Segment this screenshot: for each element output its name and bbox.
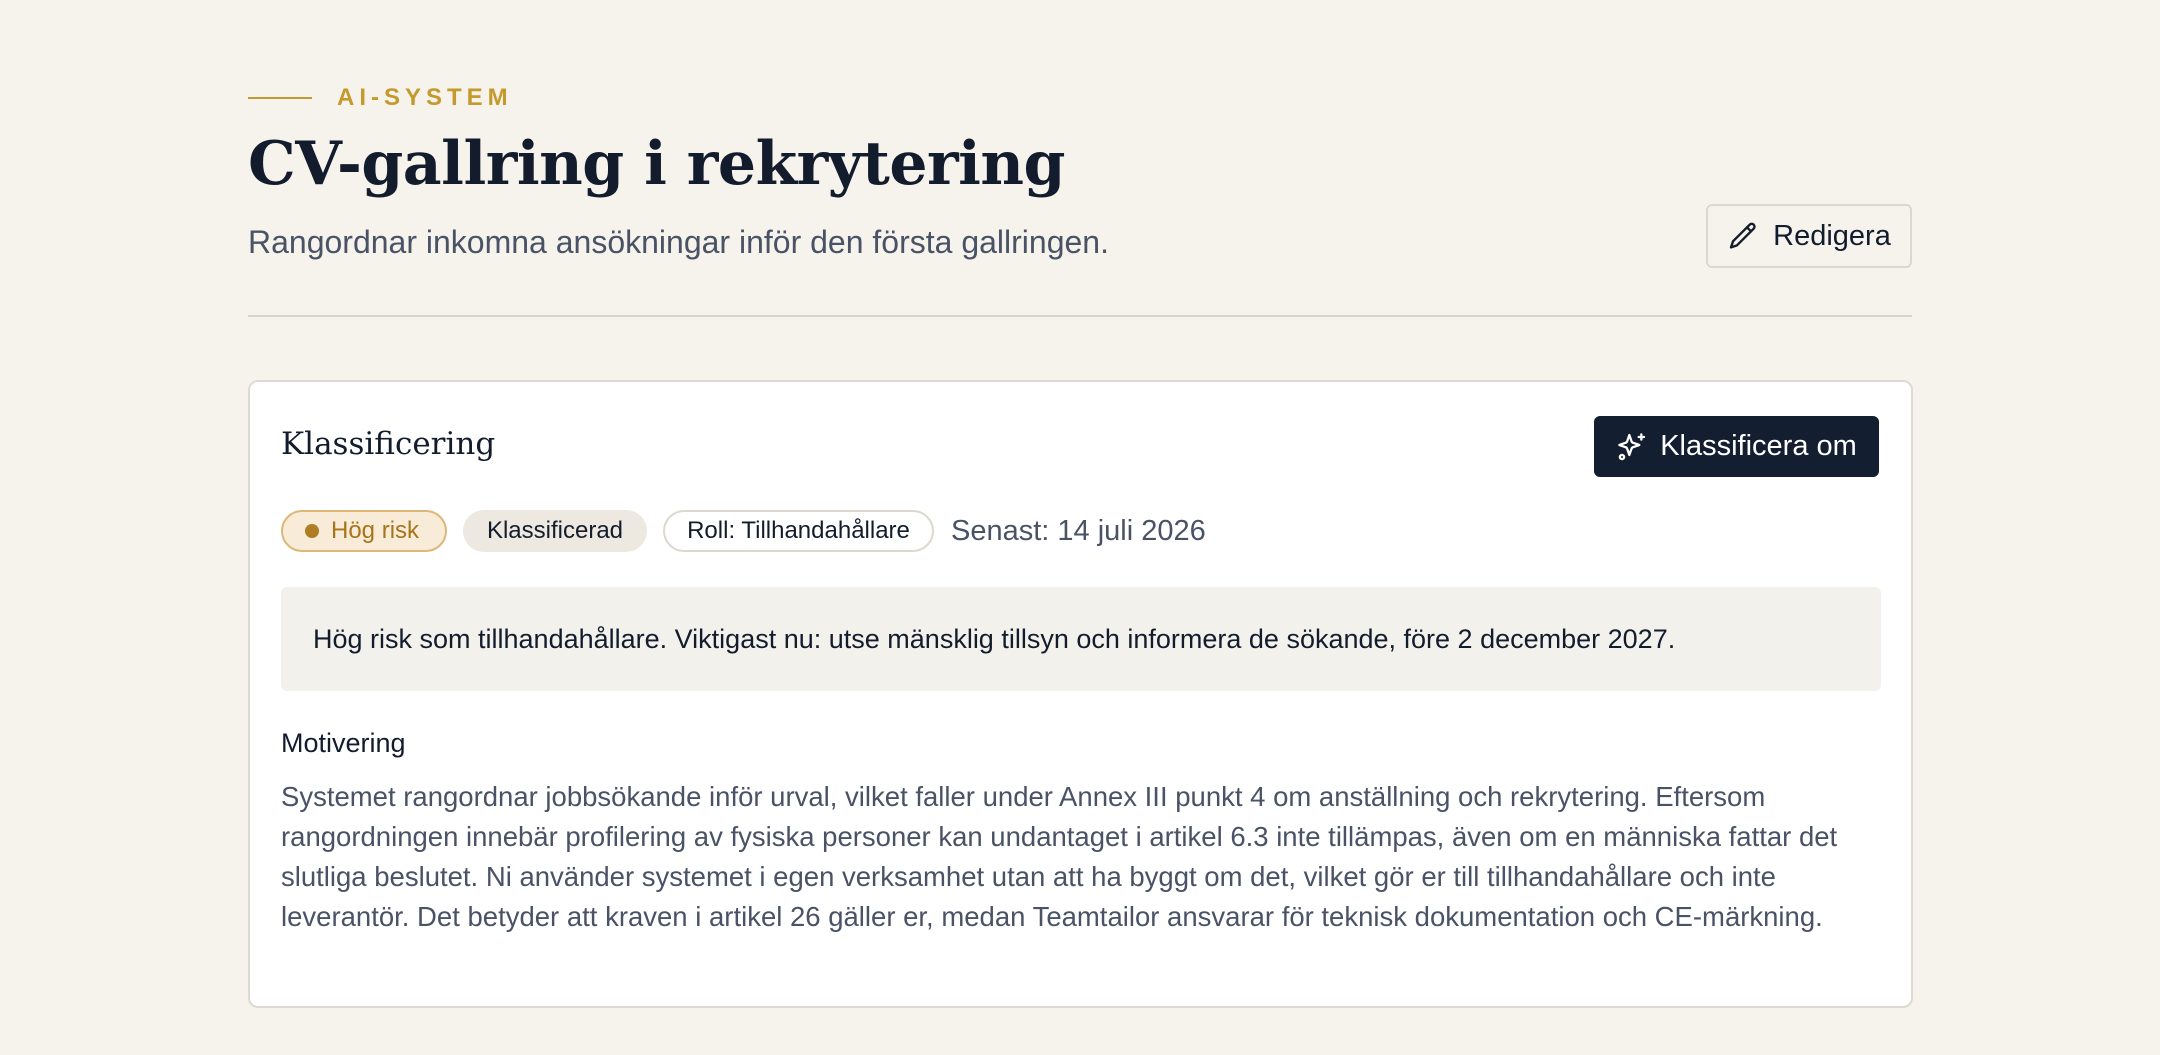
reclassify-button[interactable]: Klassificera om — [1594, 416, 1879, 477]
classification-card: Klassificering Klassificera om Hög risk … — [248, 380, 1913, 1008]
edit-button-label: Redigera — [1773, 219, 1891, 252]
reclassify-button-label: Klassificera om — [1660, 430, 1857, 462]
page-title: CV-gallring i rekrytering — [248, 129, 1066, 199]
risk-badge-label: Hög risk — [331, 517, 420, 544]
edit-button[interactable]: Redigera — [1706, 204, 1912, 268]
summary-text: Hög risk som tillhandahållare. Viktigast… — [313, 623, 1676, 654]
risk-badge: Hög risk — [281, 510, 447, 552]
summary-box: Hög risk som tillhandahållare. Viktigast… — [281, 587, 1881, 691]
motivation-heading: Motivering — [281, 728, 406, 758]
eyebrow-divider-line — [248, 97, 312, 99]
motivation-text: Systemet rangordnar jobbsökande inför ur… — [281, 781, 1838, 932]
eyebrow-label: AI-SYSTEM — [337, 84, 513, 111]
page-subtitle: Rangordnar inkomna ansökningar inför den… — [248, 224, 1109, 260]
dot-icon — [305, 524, 319, 538]
status-badge: Klassificerad — [463, 510, 647, 552]
last-updated-text: Senast: 14 juli 2026 — [951, 514, 1206, 547]
header-divider — [248, 315, 1912, 317]
classification-title: Klassificering — [281, 426, 496, 462]
sparkles-icon — [1618, 432, 1646, 460]
eyebrow: AI-SYSTEM — [248, 84, 513, 112]
pencil-icon — [1729, 222, 1756, 249]
role-badge: Roll: Tillhandahållare — [663, 510, 934, 552]
classification-badges: Hög risk Klassificerad Roll: Tillhandahå… — [281, 510, 1206, 552]
